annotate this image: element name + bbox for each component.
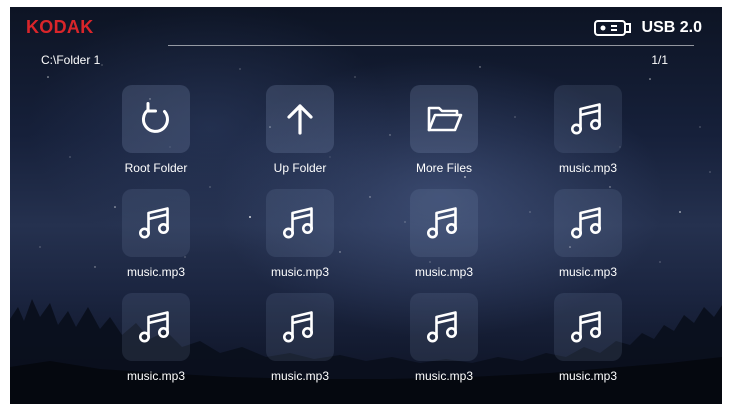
music-note-icon (571, 207, 601, 239)
file-tile-music[interactable]: music.mp3 (394, 189, 494, 289)
music-note-icon (283, 207, 313, 239)
file-label: music.mp3 (558, 369, 617, 383)
music-note-icon (427, 207, 457, 239)
music-note-icon (139, 311, 169, 343)
file-tile-music[interactable]: music.mp3 (538, 293, 638, 393)
file-tile-music[interactable]: music.mp3 (250, 293, 350, 393)
file-tile-music[interactable]: music.mp3 (538, 85, 638, 185)
music-note-icon (427, 311, 457, 343)
file-label: music.mp3 (270, 265, 329, 279)
music-note-icon (571, 311, 601, 343)
folder-open-icon (427, 106, 463, 132)
file-label: music.mp3 (126, 265, 185, 279)
file-label: Up Folder (273, 161, 327, 175)
file-tile-root-folder[interactable]: Root Folder (106, 85, 206, 185)
file-label: music.mp3 (558, 161, 617, 175)
file-tile-music[interactable]: music.mp3 (106, 189, 206, 289)
file-tile-music[interactable]: music.mp3 (250, 189, 350, 289)
arrow-up-icon (287, 104, 313, 135)
file-label: More Files (415, 161, 472, 175)
file-tile-music[interactable]: music.mp3 (106, 293, 206, 393)
file-label: music.mp3 (558, 265, 617, 279)
file-label: Root Folder (124, 161, 188, 175)
file-tile-more-files[interactable]: More Files (394, 85, 494, 185)
file-tile-up-folder[interactable]: Up Folder (250, 85, 350, 185)
media-browser-screen: KODAK USB 2.0 C:\Folder 1 1/1 Root Folde… (10, 7, 722, 404)
music-note-icon (139, 207, 169, 239)
music-note-icon (571, 103, 601, 135)
file-tile-music[interactable]: music.mp3 (394, 293, 494, 393)
file-label: music.mp3 (126, 369, 185, 383)
music-note-icon (283, 311, 313, 343)
file-label: music.mp3 (414, 369, 473, 383)
file-label: music.mp3 (270, 369, 329, 383)
file-tile-music[interactable]: music.mp3 (538, 189, 638, 289)
file-label: music.mp3 (414, 265, 473, 279)
refresh-icon (141, 102, 169, 133)
file-grid: Root Folder Up Folder More Files music.m… (10, 7, 722, 404)
